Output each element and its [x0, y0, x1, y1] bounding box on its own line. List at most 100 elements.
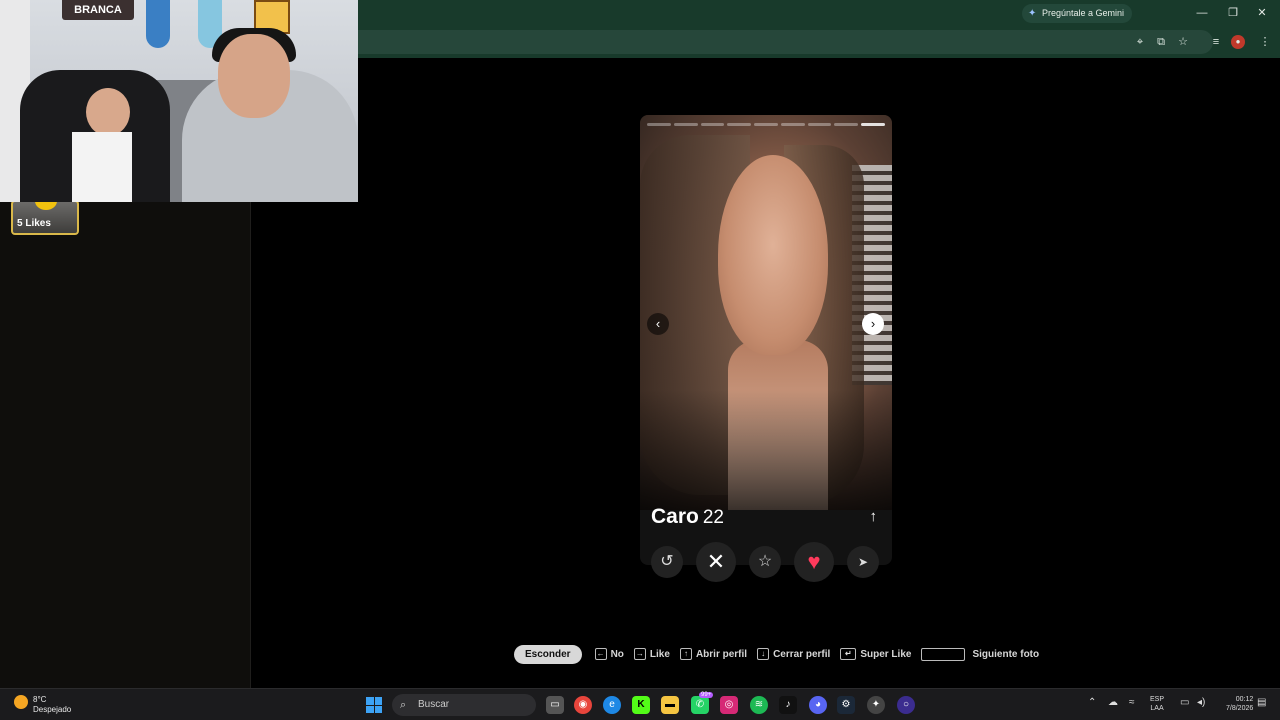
file-explorer-icon[interactable]: ▬ — [661, 696, 679, 714]
webcam-sign: BRANCA — [62, 0, 134, 20]
language-code: ESP — [1150, 696, 1165, 703]
weather-temperature: 8°C — [33, 695, 47, 704]
app-icon[interactable]: ○ — [897, 696, 915, 714]
hint-no-label: No — [610, 648, 624, 660]
webcam-person-head — [86, 88, 130, 136]
minimize-button[interactable]: — — [1190, 4, 1214, 22]
previous-photo-button[interactable]: ‹ — [647, 313, 669, 335]
notification-icon[interactable]: ▤ — [1257, 697, 1266, 708]
kick-icon[interactable]: K — [632, 696, 650, 714]
system-clock[interactable]: 00:12 7/8/2026 — [1226, 695, 1253, 713]
bookmark-star-icon[interactable]: ☆ — [1174, 34, 1192, 50]
search-icon: ⌕ — [400, 699, 407, 711]
nope-button[interactable]: ✕ — [696, 542, 736, 582]
hint-like: → Like — [633, 648, 670, 660]
app-icon[interactable]: ✦ — [867, 696, 885, 714]
photo-progress-segment[interactable] — [861, 123, 886, 126]
webcam-person-head — [218, 34, 290, 118]
browser-toolbar: ⌖ ⧉ ☆ ≡ ● ⋮ — [358, 27, 1280, 58]
arrow-down-key-icon: ↓ — [757, 648, 770, 660]
rewind-button[interactable]: ↺ — [651, 546, 683, 578]
display-icon[interactable]: ▭ — [1180, 697, 1189, 708]
weather-text: 8°C Despejado — [33, 695, 71, 715]
close-window-button[interactable]: ✕ — [1250, 4, 1274, 22]
photo-progress-segment[interactable] — [807, 123, 832, 126]
arrow-right-key-icon: → — [633, 648, 646, 660]
open-profile-arrow-icon[interactable]: ↑ — [870, 508, 878, 525]
photo-progress-segment[interactable] — [700, 123, 725, 126]
chevron-right-icon: › — [870, 316, 876, 331]
steam-icon[interactable]: ⚙ — [837, 696, 855, 714]
taskbar-search-placeholder: Buscar — [418, 699, 450, 710]
gemini-sparkle-icon: ✦ — [1027, 8, 1037, 19]
photo-progress-segment[interactable] — [647, 123, 671, 126]
chrome-icon[interactable]: ◉ — [574, 696, 592, 714]
media-icon[interactable]: ≡ — [1207, 34, 1225, 50]
hint-open-profile: ↑ Abrir perfil — [679, 648, 747, 660]
photo-progress-segment[interactable] — [834, 123, 859, 126]
arrow-up-key-icon: ↑ — [679, 648, 692, 660]
language-indicator[interactable]: ESP LAA — [1150, 695, 1164, 713]
profile-name-row: Caro 22 — [651, 505, 724, 529]
tiktok-icon[interactable]: ♪ — [779, 696, 797, 714]
hint-super-like: ↵ Super Like — [840, 648, 911, 660]
webcam-overlay: BRANCA — [0, 0, 358, 202]
tray-chevron-up-icon[interactable]: ⌃ — [1088, 697, 1096, 708]
webcam-person-left — [20, 70, 170, 202]
hint-super-like-label: Super Like — [860, 648, 912, 660]
super-like-button[interactable]: ☆ — [749, 546, 781, 578]
photo-progress-bar — [647, 123, 886, 126]
gemini-label: Pregúntale a Gemini — [1041, 8, 1124, 18]
edge-icon[interactable]: e — [603, 696, 621, 714]
like-button[interactable]: ♥ — [794, 542, 834, 582]
spacebar-key-icon — [921, 647, 966, 661]
onedrive-icon[interactable]: ☁ — [1108, 697, 1118, 708]
photo-progress-segment[interactable] — [754, 123, 778, 126]
profile-photo[interactable] — [640, 115, 892, 510]
whatsapp-badge: 99+ — [699, 692, 714, 698]
profile-icon[interactable]: ● — [1231, 35, 1245, 49]
keyboard-shortcut-hints: Esconder ← No → Like ↑ Abrir perfil ↓ Cerrar… — [514, 644, 1049, 664]
photo-gradient — [640, 390, 892, 510]
profile-name: Caro — [651, 505, 699, 528]
volume-icon[interactable]: ◂) — [1197, 697, 1205, 708]
hint-no: ← No — [594, 648, 624, 660]
network-icon[interactable]: ≈ — [1129, 697, 1135, 708]
hint-next-photo-label: Siguiente foto — [972, 648, 1040, 660]
profile-card[interactable]: ‹ › Caro 22 ↑ — [640, 115, 892, 565]
whatsapp-icon[interactable]: ✆ — [691, 696, 709, 714]
gemini-button[interactable]: ✦ Pregúntale a Gemini — [1021, 4, 1132, 23]
photo-face — [718, 155, 828, 355]
enter-key-icon: ↵ — [840, 648, 857, 660]
photo-progress-segment[interactable] — [673, 123, 698, 126]
boost-button[interactable]: ➤ — [847, 546, 879, 578]
hint-close-profile-label: Cerrar perfil — [773, 648, 831, 660]
taskbar-search[interactable]: ⌕ Buscar — [392, 694, 536, 716]
likes-card[interactable]: 5 Likes — [11, 200, 79, 235]
webcam-person-shirt — [72, 132, 132, 202]
profile-age: 22 — [702, 507, 724, 528]
spotify-icon[interactable]: ≋ — [750, 696, 768, 714]
weather-sun-icon — [14, 695, 28, 709]
task-view-icon[interactable]: ▭ — [546, 696, 564, 714]
next-photo-button[interactable]: › — [862, 313, 884, 335]
photo-progress-segment[interactable] — [780, 123, 805, 126]
arrow-left-key-icon: ← — [594, 648, 607, 660]
screen: 5 Likes BRANCA ✦ Pregúntale a Gemini — ❐… — [0, 0, 1280, 720]
hint-next-photo: Siguiente foto — [921, 647, 1040, 661]
hide-hints-button[interactable]: Esconder — [514, 644, 582, 664]
instagram-icon[interactable]: ◎ — [720, 696, 738, 714]
discord-icon[interactable]: ◕ — [809, 696, 827, 714]
webcam-person-right — [182, 28, 358, 202]
maximize-button[interactable]: ❐ — [1221, 4, 1245, 22]
photo-progress-segment[interactable] — [727, 123, 752, 126]
hint-like-label: Like — [649, 648, 670, 660]
location-icon[interactable]: ⌖ — [1131, 34, 1149, 50]
action-bar: ↺ ✕ ☆ ♥ ➤ — [640, 542, 892, 582]
keyboard-layout: LAA — [1150, 705, 1164, 712]
menu-icon[interactable]: ⋮ — [1256, 34, 1274, 50]
browser-titlebar: ✦ Pregúntale a Gemini — ❐ ✕ — [358, 0, 1280, 27]
address-bar[interactable] — [358, 30, 1213, 54]
install-icon[interactable]: ⧉ — [1152, 34, 1170, 50]
windows-start-icon[interactable] — [366, 697, 382, 713]
